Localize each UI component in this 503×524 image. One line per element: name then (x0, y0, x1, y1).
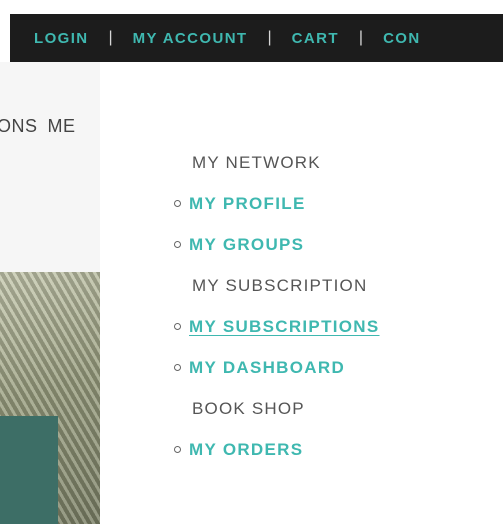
circle-bullet-icon (174, 200, 181, 207)
menu-item-label: MY GROUPS (189, 234, 305, 254)
menu-item-my-groups[interactable]: MY GROUPS (172, 224, 380, 265)
account-menu-list: MY NETWORK MY PROFILE MY GROUPS MY SUBSC… (172, 142, 380, 470)
menu-heading-book-shop: BOOK SHOP (192, 398, 305, 418)
circle-bullet-icon (174, 364, 181, 371)
main-nav-item[interactable]: ME (48, 116, 76, 136)
account-dropdown-menu: MY NETWORK MY PROFILE MY GROUPS MY SUBSC… (100, 62, 503, 524)
top-strip (0, 0, 503, 14)
menu-heading-my-network: MY NETWORK (192, 152, 321, 172)
page-background-panel: ONS ME (0, 62, 100, 524)
cart-link[interactable]: CART (292, 30, 339, 47)
menu-item-my-dashboard[interactable]: MY DASHBOARD (172, 347, 380, 388)
nav-separator: | (108, 29, 113, 46)
menu-item-my-subscriptions[interactable]: MY SUBSCRIPTIONS (172, 306, 380, 347)
top-navigation-bar: LOGIN | MY ACCOUNT | CART | CON (10, 14, 503, 62)
menu-item-label: MY DASHBOARD (189, 357, 346, 377)
circle-bullet-icon (174, 241, 181, 248)
nav-separator: | (358, 29, 364, 46)
menu-item-label: MY SUBSCRIPTIONS (189, 316, 380, 336)
nav-separator: | (267, 29, 272, 46)
menu-item-label: MY ORDERS (189, 439, 304, 459)
menu-item-label: MY PROFILE (189, 193, 306, 213)
main-navigation-partial: ONS ME (0, 116, 86, 137)
login-link[interactable]: LOGIN (34, 30, 89, 47)
circle-bullet-icon (174, 323, 181, 330)
menu-item-my-profile[interactable]: MY PROFILE (172, 183, 380, 224)
menu-item-my-orders[interactable]: MY ORDERS (172, 429, 380, 470)
contact-link[interactable]: CON (383, 30, 421, 47)
hero-overlay-panel (0, 416, 58, 524)
menu-heading-my-subscription: MY SUBSCRIPTION (192, 275, 368, 295)
main-nav-item[interactable]: ONS (0, 116, 38, 136)
my-account-link[interactable]: MY ACCOUNT (133, 30, 248, 47)
circle-bullet-icon (174, 446, 181, 453)
